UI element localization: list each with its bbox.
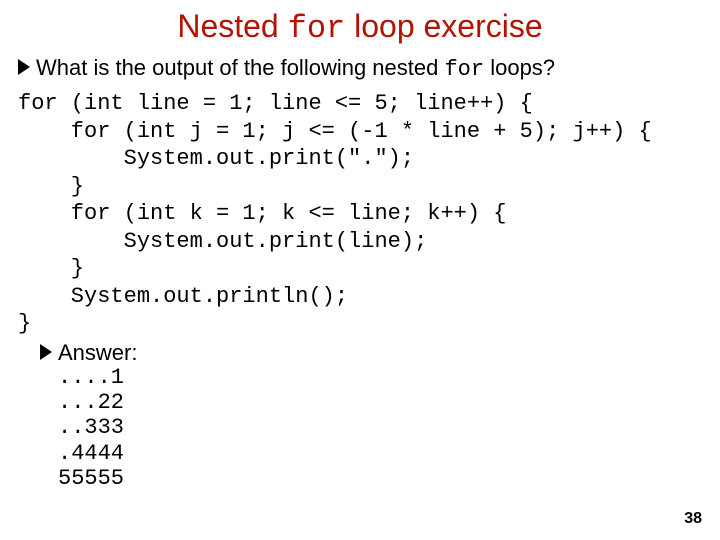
bullet-code: for	[444, 57, 484, 82]
slide-title: Nested for loop exercise	[18, 8, 702, 47]
bullet-question: What is the output of the following nest…	[18, 55, 702, 82]
bullet-icon	[40, 344, 54, 360]
bullet-post: loops?	[484, 55, 555, 80]
answer-label: Answer:	[58, 340, 137, 365]
title-pre: Nested	[177, 8, 287, 44]
page-number: 38	[684, 510, 702, 528]
answer-block: Answer:	[18, 340, 702, 365]
code-block: for (int line = 1; line <= 5; line++) { …	[18, 90, 702, 338]
title-code: for	[288, 10, 346, 47]
bullet-pre: What is the output of the following nest…	[36, 55, 444, 80]
bullet-icon	[18, 59, 32, 75]
answer-output: ....1 ...22 ..333 .4444 55555	[18, 365, 702, 491]
title-post: loop exercise	[345, 8, 542, 44]
bullet-text: What is the output of the following nest…	[36, 55, 702, 82]
